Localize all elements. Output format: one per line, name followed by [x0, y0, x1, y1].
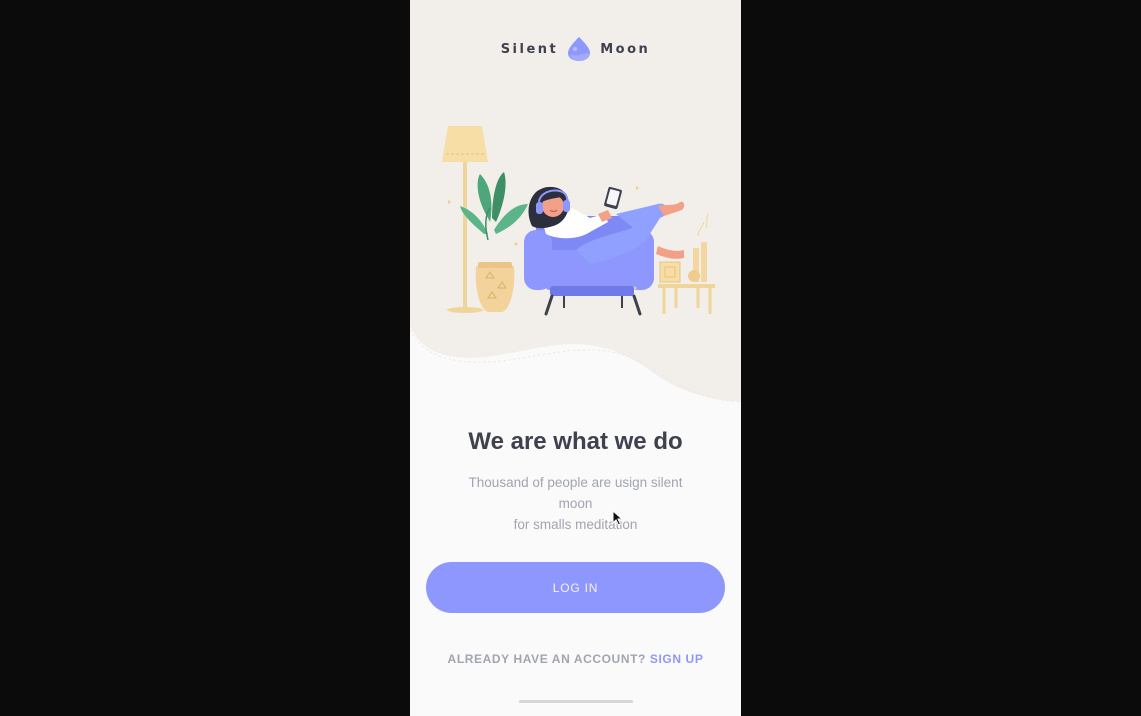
brand-word-left: Silent	[500, 41, 559, 57]
page-subtitle: Thousand of people are usign silent moon…	[450, 472, 701, 535]
signup-link[interactable]: SIGN UP	[650, 652, 704, 666]
woman-relaxing-in-armchair-illustration	[442, 126, 715, 316]
app-logo: Silent Moon	[410, 36, 741, 62]
home-indicator[interactable]	[519, 700, 633, 703]
signup-prompt: ALREADY HAVE AN ACCOUNT? SIGN UP	[410, 652, 741, 666]
subtitle-line-1: Thousand of people are usign silent moon	[468, 475, 683, 511]
account-prompt-text: ALREADY HAVE AN ACCOUNT?	[447, 652, 646, 666]
screen: Silent Moon We are what we do Thousand o…	[0, 0, 1141, 716]
page-title: We are what we do	[468, 428, 683, 455]
mouse-pointer-icon	[612, 510, 624, 526]
login-button[interactable]: LOG IN	[426, 562, 725, 613]
moon-drop-logo-icon	[568, 37, 591, 61]
brand-word-right: Moon	[600, 41, 651, 57]
phone-screen: Silent Moon We are what we do Thousand o…	[410, 0, 741, 716]
side-table-icon	[658, 213, 715, 314]
subtitle-line-2: for smalls meditation	[513, 517, 638, 532]
potted-plant-icon	[460, 172, 528, 312]
